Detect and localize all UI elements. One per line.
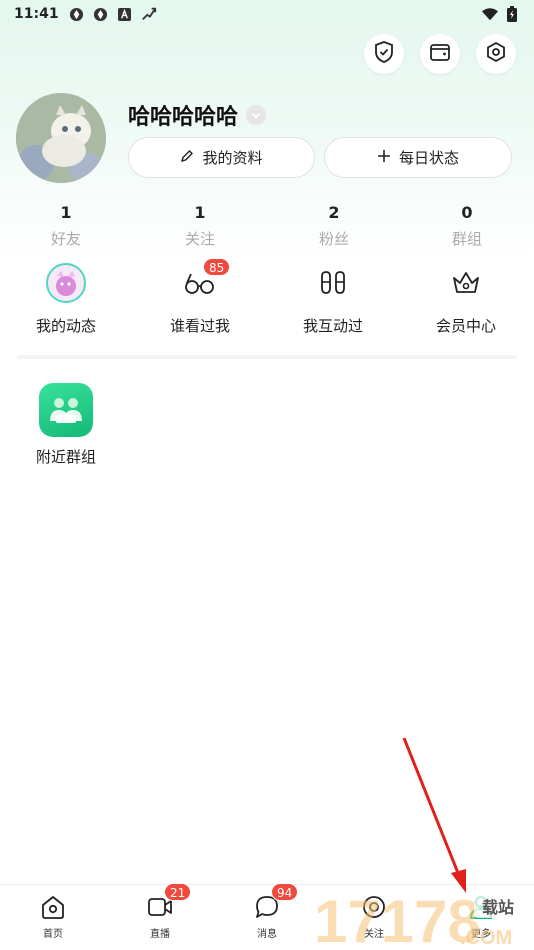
- sync-icon: [93, 6, 109, 22]
- nearby-groups-app[interactable]: 附近群组: [30, 383, 102, 467]
- crown-icon: [445, 262, 487, 304]
- eye-icon: [360, 893, 388, 921]
- username: 哈哈哈哈哈: [128, 105, 239, 130]
- glasses-icon: 85: [179, 258, 231, 304]
- stat-count: 0: [461, 203, 473, 222]
- nav-follow[interactable]: 关注: [334, 893, 414, 940]
- nearby-groups-label: 附近群组: [35, 448, 96, 466]
- my-profile-button[interactable]: 我的资料: [128, 137, 315, 178]
- run-icon: [141, 6, 157, 22]
- stat-label: 关注: [184, 230, 215, 248]
- bottom-nav: 首页 21 直播 94 消息 关注 更多: [0, 883, 534, 950]
- nav-live[interactable]: 21 直播: [120, 883, 200, 940]
- wallet-icon: [429, 42, 451, 66]
- nav-label: 更多: [471, 929, 491, 940]
- security-button[interactable]: [364, 34, 404, 74]
- plus-icon: [377, 149, 391, 167]
- home-icon: [39, 893, 67, 921]
- username-row[interactable]: 哈哈哈哈哈: [128, 99, 267, 131]
- entry-label: 谁看过我: [169, 317, 230, 335]
- wifi-icon: [482, 6, 498, 22]
- shield-check-icon: [374, 41, 394, 67]
- nav-messages[interactable]: 94 消息: [227, 883, 307, 940]
- nav-label: 首页: [43, 929, 63, 940]
- entry-vip-center[interactable]: 会员中心: [411, 262, 521, 336]
- top-actions: [364, 34, 516, 74]
- stat-following[interactable]: 1 关注: [160, 203, 240, 249]
- stat-count: 1: [60, 203, 72, 222]
- status-bar: 11:41: [0, 0, 534, 28]
- messages-badge: 94: [271, 883, 299, 901]
- entry-label: 会员中心: [435, 317, 496, 335]
- moments-avatar-icon: [45, 262, 87, 304]
- live-badge: 21: [164, 883, 192, 901]
- daily-status-button[interactable]: 每日状态: [324, 137, 512, 178]
- entry-interacted[interactable]: 我互动过: [278, 262, 388, 336]
- viewers-badge: 85: [203, 258, 231, 276]
- stat-groups[interactable]: 0 群组: [427, 203, 507, 249]
- entry-my-moments[interactable]: 我的动态: [11, 262, 121, 336]
- sync-icon: [69, 6, 85, 22]
- my-profile-label: 我的资料: [202, 149, 263, 167]
- stat-label: 群组: [451, 230, 482, 248]
- footprints-icon: [312, 262, 354, 304]
- stat-label: 粉丝: [318, 230, 349, 248]
- section-divider: [17, 355, 517, 359]
- settings-button[interactable]: [476, 34, 516, 74]
- nav-label: 直播: [150, 929, 170, 940]
- stat-friends[interactable]: 1 好友: [26, 203, 106, 249]
- status-time: 11:41: [14, 6, 59, 22]
- entry-label: 我互动过: [302, 317, 363, 335]
- avatar[interactable]: [16, 93, 106, 183]
- daily-status-label: 每日状态: [398, 149, 459, 167]
- chevron-down-icon[interactable]: [246, 105, 267, 125]
- quick-entries: 我的动态 85 谁看过我 我互动过 会员中心: [0, 258, 534, 342]
- live-video-icon: 21: [146, 883, 192, 921]
- person-icon: [467, 893, 495, 921]
- a-icon: [117, 6, 133, 22]
- pencil-icon: [180, 149, 194, 167]
- battery-icon: [504, 6, 520, 22]
- stat-fans[interactable]: 2 粉丝: [294, 203, 374, 249]
- avatar-image: [16, 93, 106, 183]
- stat-count: 2: [328, 203, 340, 222]
- nav-label: 关注: [364, 929, 384, 940]
- stat-label: 好友: [50, 230, 81, 248]
- settings-hex-icon: [485, 41, 507, 67]
- chat-bubble-icon: 94: [253, 883, 299, 921]
- nav-more[interactable]: 更多: [441, 893, 521, 940]
- group-people-icon: [39, 383, 93, 437]
- nav-home[interactable]: 首页: [13, 893, 93, 940]
- stats-row: 1 好友 1 关注 2 粉丝 0 群组: [0, 203, 534, 253]
- nav-label: 消息: [257, 929, 277, 940]
- entry-label: 我的动态: [35, 317, 96, 335]
- entry-who-viewed-me[interactable]: 85 谁看过我: [145, 258, 255, 336]
- stat-count: 1: [194, 203, 206, 222]
- wallet-button[interactable]: [420, 34, 460, 74]
